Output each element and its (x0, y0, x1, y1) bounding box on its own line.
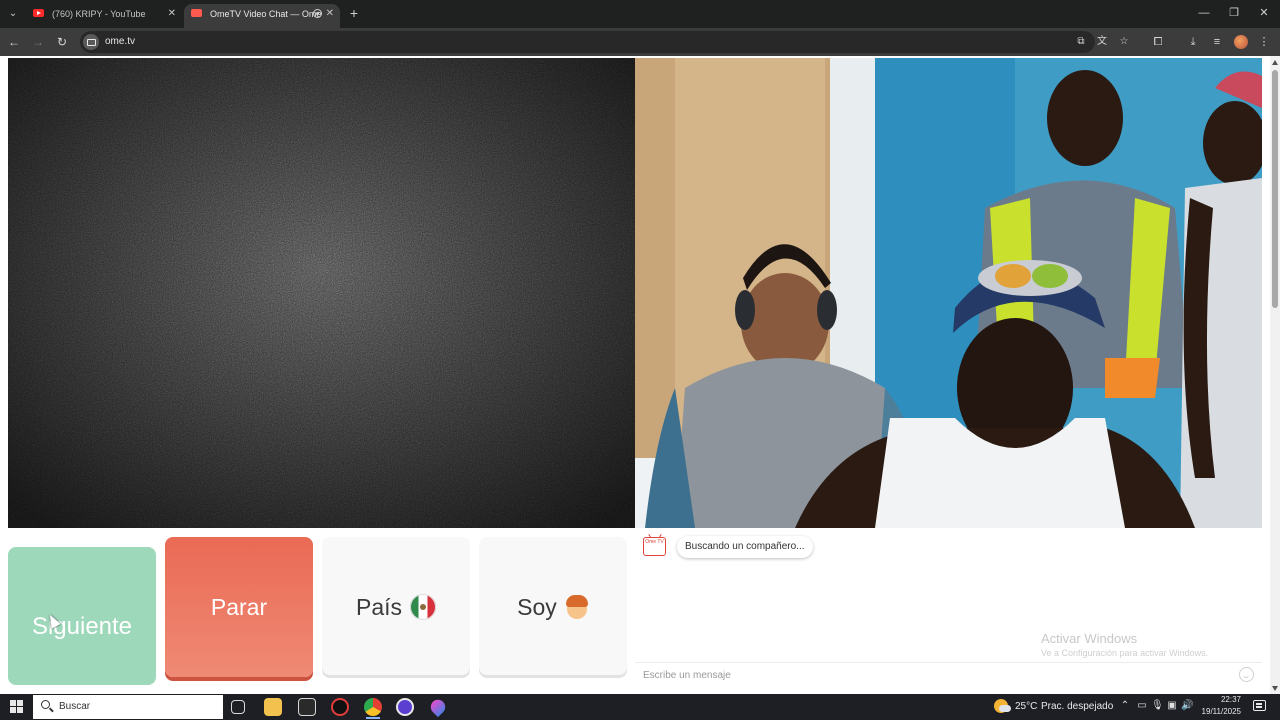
new-tab-button[interactable]: + (346, 5, 362, 21)
gender-button-label: Soy (517, 594, 557, 620)
forward-button[interactable]: → (30, 34, 46, 50)
activate-windows-title: Activar Windows (1041, 631, 1138, 646)
weather-icon[interactable] (994, 699, 1011, 713)
chevron-up-icon[interactable]: ⌃ (1119, 700, 1131, 712)
chat-logo-text: Ome TV (645, 539, 664, 545)
video-noise (8, 58, 635, 528)
tab-close-icon[interactable]: ✕ (168, 4, 176, 24)
stop-button[interactable]: Parar (165, 537, 313, 677)
taskbar-search[interactable]: Buscar (33, 695, 223, 719)
country-button[interactable]: País (322, 537, 470, 675)
clock-date[interactable]: 19/11/2025 (1196, 707, 1241, 716)
ometv-logo-icon: Ome TV (643, 537, 666, 556)
youtube-icon (33, 9, 44, 17)
tab-youtube[interactable]: (760) KRIPY - YouTube ✕ (26, 4, 182, 28)
recording-indicator-icon (313, 9, 322, 18)
extensions-icon[interactable]: ⧠ (1150, 34, 1166, 50)
network-icon[interactable]: ▭ (1136, 700, 1148, 712)
microphone-icon[interactable]: 🎙 (1151, 700, 1164, 712)
tab-ometv[interactable]: OmeTV Video Chat — Ome ✕ (184, 4, 340, 28)
camera-feed (635, 58, 1262, 528)
notifications-icon[interactable] (1253, 700, 1266, 711)
minimize-button[interactable]: — (1196, 6, 1212, 20)
taskbar-search-placeholder: Buscar (59, 701, 91, 712)
bookmark-star-icon[interactable]: ☆ (1117, 35, 1131, 49)
boy-emoji-icon (565, 594, 589, 620)
speaker-icon[interactable]: 🔊 (1181, 700, 1193, 712)
scroll-thumb[interactable] (1272, 70, 1278, 308)
ometv-icon (191, 9, 202, 17)
browser-toolbar: ← → ↻ ome.tv ⧉ 文 ☆ ⧠ ⤓ ≡ ⋮ (0, 28, 1280, 56)
tab-title: OmeTV Video Chat — Ome (210, 9, 322, 19)
scroll-up-arrow-icon[interactable] (1272, 60, 1278, 65)
message-input[interactable] (643, 667, 1223, 683)
app-icon[interactable] (298, 698, 316, 716)
close-window-button[interactable]: ✕ (1256, 6, 1272, 20)
self-camera-video (635, 58, 1262, 528)
status-message: Buscando un compañero... (677, 536, 813, 558)
weather-temperature[interactable]: 25°C (1015, 701, 1037, 712)
tab-title: (760) KRIPY - YouTube (52, 9, 146, 19)
menu-icon[interactable]: ⋮ (1256, 34, 1272, 50)
stop-button-label: Parar (210, 594, 268, 620)
url-text: ome.tv (105, 36, 136, 47)
country-button-label: País (355, 594, 403, 620)
cast-icon[interactable]: ⧉ (1074, 35, 1088, 49)
site-info-icon[interactable] (83, 34, 99, 50)
tab-search-chevron-icon[interactable]: ⌄ (5, 6, 21, 22)
partner-video-static (8, 58, 635, 528)
chrome-icon[interactable] (364, 698, 382, 719)
downloads-icon[interactable]: ⤓ (1185, 34, 1201, 50)
search-icon (41, 700, 50, 709)
file-explorer-icon[interactable] (264, 698, 282, 716)
message-input-bar (635, 662, 1262, 686)
gender-button[interactable]: Soy (479, 537, 627, 675)
recorder-app-icon[interactable] (331, 698, 349, 716)
media-controls-icon[interactable]: ≡ (1209, 34, 1225, 50)
restore-button[interactable]: ❐ (1226, 6, 1242, 20)
reload-button[interactable]: ↻ (54, 34, 70, 50)
clock-time[interactable]: 22:37 (1201, 695, 1241, 704)
translate-icon[interactable]: 文 (1095, 35, 1109, 49)
windows-start-icon[interactable] (10, 700, 23, 713)
back-button[interactable]: ← (6, 34, 22, 50)
scroll-down-arrow-icon[interactable] (1272, 686, 1278, 691)
profile-avatar[interactable] (1234, 35, 1248, 49)
activate-windows-subtitle: Ve a Configuración para activar Windows. (1041, 648, 1209, 658)
tab-close-icon[interactable]: ✕ (326, 4, 334, 24)
obs-icon[interactable] (396, 698, 414, 716)
next-button-label: Siguiente (31, 613, 133, 640)
task-view-icon[interactable] (231, 700, 245, 714)
display-icon[interactable]: ▣ (1166, 700, 1178, 712)
weather-description[interactable]: Prac. despejado (1041, 701, 1113, 712)
emoji-icon[interactable] (1239, 667, 1254, 682)
browser-tab-strip: ⌄ (760) KRIPY - YouTube ✕ OmeTV Video Ch… (0, 0, 1280, 28)
mexico-flag-icon (410, 594, 437, 620)
next-button[interactable]: Siguiente (8, 547, 156, 685)
address-bar[interactable]: ome.tv ⧉ 文 ☆ (80, 31, 1128, 53)
